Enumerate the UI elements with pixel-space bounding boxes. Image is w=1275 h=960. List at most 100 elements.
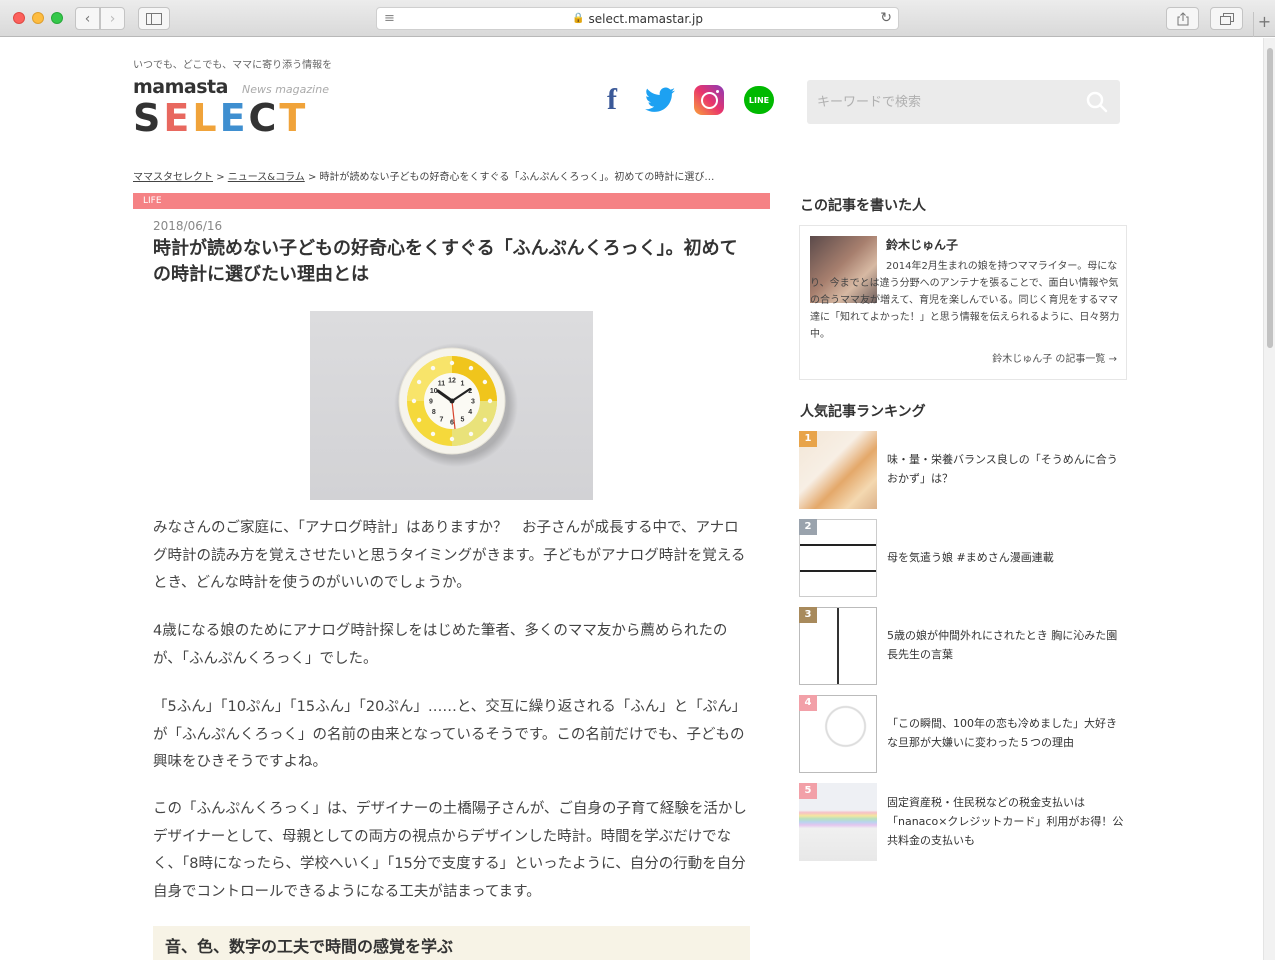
rank-badge: 3	[799, 607, 817, 623]
sidebar-icon	[146, 12, 162, 25]
instagram-dot	[716, 90, 719, 93]
sidebar-toggle-button[interactable]	[138, 7, 170, 30]
author-name[interactable]: 鈴木じゅん子	[886, 236, 958, 253]
new-tab-button[interactable]: +	[1253, 12, 1275, 37]
logo-subtitle: News magazine	[242, 83, 329, 96]
clock-tick	[468, 365, 474, 371]
author-articles-link[interactable]: 鈴木じゅん子 の記事一覧 →	[992, 350, 1117, 365]
back-button[interactable]: ‹	[75, 7, 100, 30]
ranking-title[interactable]: 固定資産税・住民税などの税金支払いは「nanaco×クレジットカード」利用がお得…	[887, 793, 1127, 850]
logo-letter: E	[219, 96, 249, 140]
address-bar[interactable]: ≡ 🔒 select.mamastar.jp ↻	[376, 7, 899, 30]
ranking-item[interactable]: 4 「この瞬間、100年の恋も冷めました」大好きな旦那が大嫌いに変わった５つの理…	[799, 695, 1129, 773]
clock-tick	[430, 365, 436, 371]
clock-number: 3	[471, 399, 475, 406]
logo-letter: T	[279, 96, 309, 140]
clock-tick	[482, 379, 488, 385]
ranking-item[interactable]: 3 5歳の娘が仲間外れにされたとき 胸に沁みた園長先生の言葉	[799, 607, 1129, 685]
clock-tick	[468, 431, 474, 437]
article-paragraph: 「5ふん」「10ぷん」「15ふん」「20ぷん」……と、交互に繰り返される「ふん」…	[153, 699, 747, 770]
logo-mamasta[interactable]: mamasta	[133, 76, 228, 98]
search-icon[interactable]	[1086, 91, 1108, 113]
clock-tick	[449, 360, 455, 366]
ranking-title[interactable]: 母を気遣う娘 #まめさん漫画連載	[887, 548, 1127, 567]
rank-badge: 4	[799, 695, 817, 711]
page-viewport: いつでも、どこでも、ママに寄り添う情報を mamasta News magazi…	[0, 38, 1263, 960]
ranking-title[interactable]: 味・量・栄養バランス良しの「そうめんに合うおかず」は？	[887, 450, 1127, 488]
clock-number: 9	[429, 399, 433, 406]
scroll-thumb[interactable]	[1267, 48, 1273, 348]
clock-tick	[482, 417, 488, 423]
clock-number: 4	[468, 409, 472, 416]
logo-letter: E	[163, 96, 193, 140]
line-icon[interactable]: LINE	[744, 86, 774, 114]
clock-tick	[449, 436, 455, 442]
clock-tick	[416, 379, 422, 385]
twitter-bird	[645, 87, 675, 112]
article-hero-image: 12 1 2 3 4 5 6 7 8 9 10 11	[310, 311, 593, 500]
rank-badge: 5	[799, 783, 817, 799]
forward-button[interactable]: ›	[100, 7, 125, 30]
breadcrumb-home-link[interactable]: ママスタセレクト	[133, 172, 213, 183]
article-paragraph: この「ふんぷんくろっく」は、デザイナーの土橋陽子さんが、ご自身の子育て経験を活か…	[153, 801, 747, 900]
clock-image: 12 1234567891011	[394, 343, 518, 467]
search-input[interactable]	[807, 80, 1077, 124]
clock-number: 6	[450, 420, 454, 427]
show-tabs-button[interactable]	[1210, 7, 1243, 30]
author-bio: 2014年2月生まれの娘を持つママライター。母になり、今までとは違う分野へのアン…	[810, 261, 1120, 340]
clock-tick	[487, 398, 493, 404]
article-paragraph: みなさんのご家庭に、「アナログ時計」はありますか？ お子さんが成長する中で、アナ…	[153, 520, 746, 591]
reload-icon[interactable]: ↻	[880, 10, 892, 26]
search-box	[807, 80, 1120, 124]
clock-number: 1	[461, 380, 465, 387]
share-icon	[1177, 11, 1188, 25]
clock-number: 7	[440, 417, 444, 424]
zoom-window-button[interactable]	[51, 12, 63, 24]
plus-icon: +	[1257, 12, 1272, 31]
twitter-icon[interactable]	[644, 84, 676, 116]
clock-number: 8	[432, 409, 436, 416]
clock-number: 11	[438, 380, 446, 387]
logo-letter: C	[248, 96, 280, 140]
url-text: select.mamastar.jp	[588, 11, 703, 26]
facebook-glyph: f	[607, 83, 617, 116]
instagram-icon[interactable]	[694, 85, 724, 115]
ranking-title[interactable]: 5歳の娘が仲間外れにされたとき 胸に沁みた園長先生の言葉	[887, 626, 1127, 664]
clock-number: 12	[448, 378, 456, 385]
rank-badge: 2	[799, 519, 817, 535]
logo-letter: S	[133, 96, 164, 140]
ranking-title[interactable]: 「この瞬間、100年の恋も冷めました」大好きな旦那が大嫌いに変わった５つの理由	[887, 714, 1127, 752]
article-date: 2018/06/16	[153, 219, 223, 233]
article-subheading: 音、色、数字の工夫で時間の感覚を学ぶ	[153, 926, 750, 960]
minimize-window-button[interactable]	[32, 12, 44, 24]
ranking-item[interactable]: 5 固定資産税・住民税などの税金支払いは「nanaco×クレジットカード」利用が…	[799, 783, 1129, 861]
ranking-item[interactable]: 1 味・量・栄養バランス良しの「そうめんに合うおかず」は？	[799, 431, 1129, 509]
breadcrumb-separator: >	[307, 172, 317, 183]
article-title: 時計が読めない子どもの好奇心をくすぐる「ふんぷんくろっく」。初めての時計に選びた…	[153, 238, 738, 285]
logo-letter: L	[192, 96, 220, 140]
clock-number: 5	[461, 417, 465, 424]
author-heading: この記事を書いた人	[800, 198, 926, 214]
chevron-left-icon: ‹	[84, 10, 91, 27]
ranking-heading: 人気記事ランキング	[800, 404, 926, 420]
close-window-button[interactable]	[13, 12, 25, 24]
article-paragraph: 4歳になる娘のためにアナログ時計探しをはじめた筆者、多くのママ友から薦められたの…	[153, 623, 728, 667]
breadcrumb: ママスタセレクト > ニュース&コラム > 時計が読めない子どもの好奇心をくすぐ…	[133, 168, 714, 183]
logo-select[interactable]: S E L E C T	[133, 96, 308, 140]
lock-icon: 🔒	[572, 13, 585, 24]
share-button[interactable]	[1166, 7, 1199, 30]
browser-toolbar: ‹ › ≡ 🔒 select.mamastar.jp ↻ +	[0, 0, 1275, 37]
breadcrumb-current: 時計が読めない子どもの好奇心をくすぐる「ふんぷんくろっく」。初めての時計に選び…	[319, 172, 715, 183]
clock-tick	[411, 398, 417, 404]
breadcrumb-separator: >	[216, 172, 225, 183]
chevron-right-icon: ›	[109, 10, 116, 27]
facebook-icon[interactable]: f	[596, 83, 628, 116]
clock-tick	[430, 431, 436, 437]
reader-view-icon[interactable]: ≡	[384, 11, 395, 26]
ranking-item[interactable]: 2 母を気遣う娘 #まめさん漫画連載	[799, 519, 1129, 597]
category-badge[interactable]: LIFE	[133, 193, 770, 209]
tabs-icon	[1219, 12, 1234, 25]
scrollbar[interactable]	[1263, 38, 1275, 960]
rank-badge: 1	[799, 431, 817, 447]
breadcrumb-category-link[interactable]: ニュース&コラム	[228, 172, 305, 183]
